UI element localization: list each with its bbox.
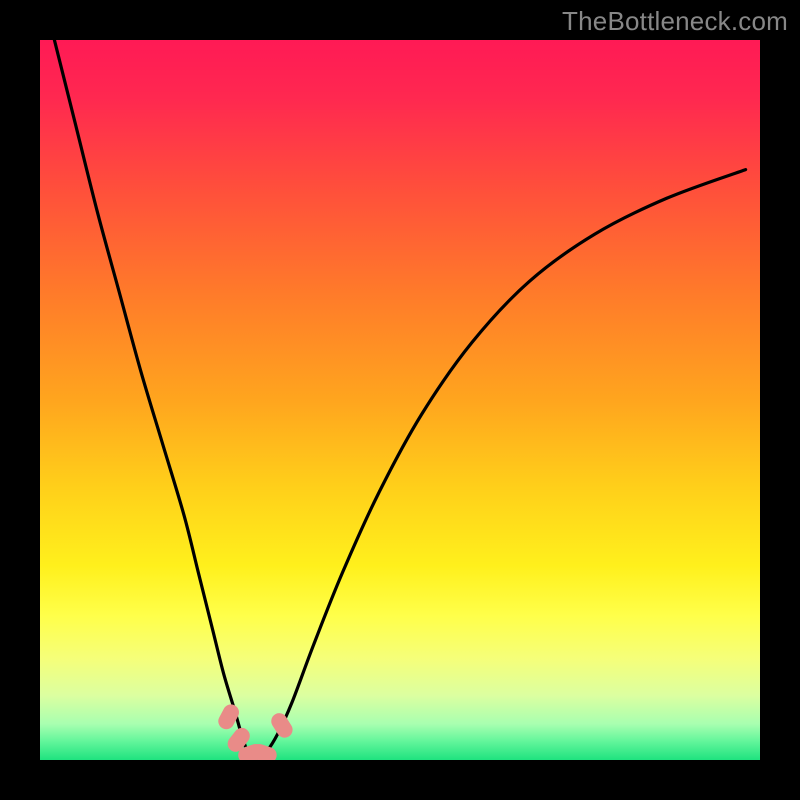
- plot-area: [40, 40, 760, 760]
- watermark-text: TheBottleneck.com: [562, 6, 788, 37]
- bottleneck-curve: [40, 40, 760, 760]
- chart-frame: TheBottleneck.com: [0, 0, 800, 800]
- curve-marker: [268, 710, 295, 741]
